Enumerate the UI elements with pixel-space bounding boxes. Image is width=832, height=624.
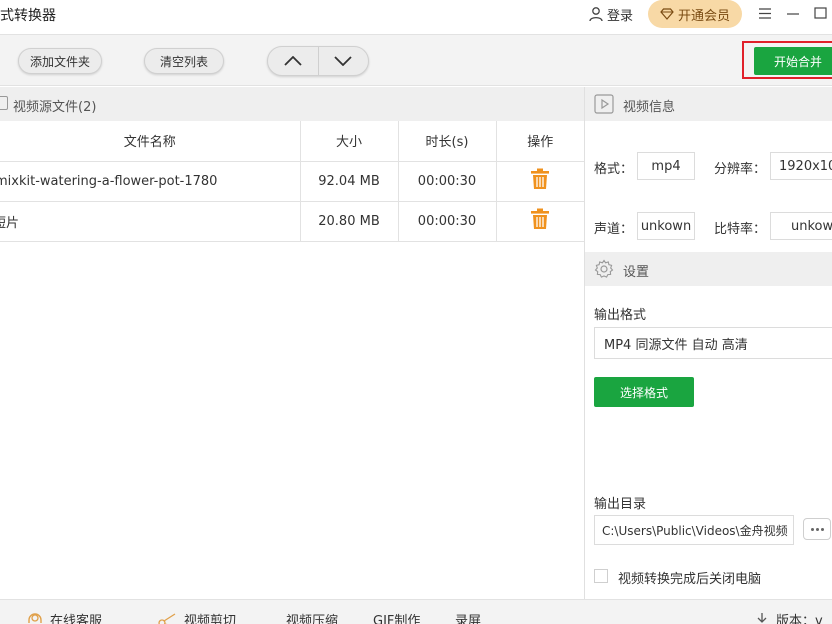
file-duration: 00:00:30 xyxy=(398,201,497,242)
scissors-icon xyxy=(158,612,176,624)
column-header-duration[interactable]: 时长(s) xyxy=(398,121,497,162)
output-dir-label: 输出目录 xyxy=(594,497,647,512)
output-format-field[interactable]: MP4 同源文件 自动 高清 xyxy=(594,327,832,359)
vip-button[interactable]: 开通会员 xyxy=(648,0,742,28)
file-name: mixkit-watering-a-flower-pot-1780 xyxy=(0,161,301,202)
screen-record-link[interactable]: 录屏 xyxy=(455,610,481,624)
online-service-label: 在线客服 xyxy=(50,614,103,624)
file-icon xyxy=(0,96,8,110)
file-size: 92.04 MB xyxy=(300,161,399,202)
panel-divider xyxy=(584,87,585,599)
source-files-header: 视频源文件(2) xyxy=(0,87,584,121)
version-info: 版本：v xyxy=(754,610,823,624)
menu-icon[interactable] xyxy=(756,3,774,23)
start-merge-button[interactable]: 开始合并 xyxy=(754,47,832,75)
table-row[interactable]: mixkit-watering-a-flower-pot-1780 92.04 … xyxy=(0,161,584,202)
channel-value: unkown xyxy=(637,212,695,240)
format-label: 格式： xyxy=(594,162,634,177)
diamond-icon xyxy=(660,8,674,20)
move-up-button[interactable] xyxy=(268,47,318,75)
column-header-name[interactable]: 文件名称 xyxy=(0,121,301,162)
clear-list-button[interactable]: 清空列表 xyxy=(144,48,224,74)
file-name: 短片 xyxy=(0,201,301,242)
login-button[interactable]: 登录 xyxy=(588,4,633,24)
app-title: 式转换器 xyxy=(0,8,56,24)
minimize-icon[interactable] xyxy=(784,3,802,23)
gif-maker-link[interactable]: GIF制作 xyxy=(373,610,420,624)
video-info-title: 视频信息 xyxy=(623,100,676,115)
column-header-action: 操作 xyxy=(496,121,584,162)
download-icon xyxy=(757,612,767,623)
channel-label: 声道： xyxy=(594,222,634,237)
user-icon xyxy=(589,7,603,22)
video-clip-label: 视频剪切 xyxy=(184,614,237,624)
file-size: 20.80 MB xyxy=(300,201,399,242)
title-bar: 式转换器 登录 开通会员 xyxy=(0,0,832,30)
chevron-down-icon xyxy=(334,56,352,66)
file-table: 文件名称 大小 时长(s) 操作 mixkit-watering-a-flowe… xyxy=(0,121,584,242)
gear-icon xyxy=(594,259,614,278)
bitrate-label: 比特率： xyxy=(714,222,767,237)
online-service-link[interactable]: 在线客服 xyxy=(26,610,102,624)
settings-title: 设置 xyxy=(623,265,650,280)
video-clip-link[interactable]: 视频剪切 xyxy=(158,610,236,624)
source-files-title: 视频源文件(2) xyxy=(13,100,97,115)
settings-header: 设置 xyxy=(585,252,832,286)
file-duration: 00:00:30 xyxy=(398,161,497,202)
table-header-row: 文件名称 大小 时长(s) 操作 xyxy=(0,121,584,162)
version-label: 版本：v xyxy=(776,614,823,624)
column-header-size[interactable]: 大小 xyxy=(300,121,399,162)
browse-button[interactable] xyxy=(803,518,831,540)
output-dir-field[interactable]: C:\Users\Public\Videos\金舟视频 xyxy=(594,515,794,545)
login-label: 登录 xyxy=(607,8,634,24)
select-format-button[interactable]: 选择格式 xyxy=(594,377,694,407)
vip-label: 开通会员 xyxy=(677,8,730,24)
maximize-icon[interactable] xyxy=(812,3,830,23)
trash-icon[interactable] xyxy=(530,208,550,230)
trash-icon[interactable] xyxy=(530,168,550,190)
resolution-label: 分辨率： xyxy=(714,162,767,177)
toolbar: 添加文件夹 清空列表 开始合并 xyxy=(0,34,832,86)
move-down-button[interactable] xyxy=(317,47,369,75)
video-info-header: 视频信息 xyxy=(585,87,832,121)
delete-cell xyxy=(496,161,584,202)
table-row[interactable]: 短片 20.80 MB 00:00:30 xyxy=(0,201,584,242)
add-folder-button[interactable]: 添加文件夹 xyxy=(18,48,102,74)
shutdown-label: 视频转换完成后关闭电脑 xyxy=(618,572,762,587)
move-buttons xyxy=(267,46,369,76)
shutdown-checkbox[interactable] xyxy=(594,569,608,583)
chevron-up-icon xyxy=(284,56,302,66)
format-value: mp4 xyxy=(637,152,695,180)
output-format-label: 输出格式 xyxy=(594,308,647,323)
resolution-value: 1920x10 xyxy=(770,152,832,180)
play-icon xyxy=(594,94,614,114)
headset-icon xyxy=(28,612,42,623)
delete-cell xyxy=(496,201,584,242)
bitrate-value: unkow xyxy=(770,212,832,240)
video-compress-link[interactable]: 视频压缩 xyxy=(286,610,338,624)
bottom-bar: 在线客服 视频剪切 视频压缩 GIF制作 录屏 版本：v xyxy=(0,599,832,624)
